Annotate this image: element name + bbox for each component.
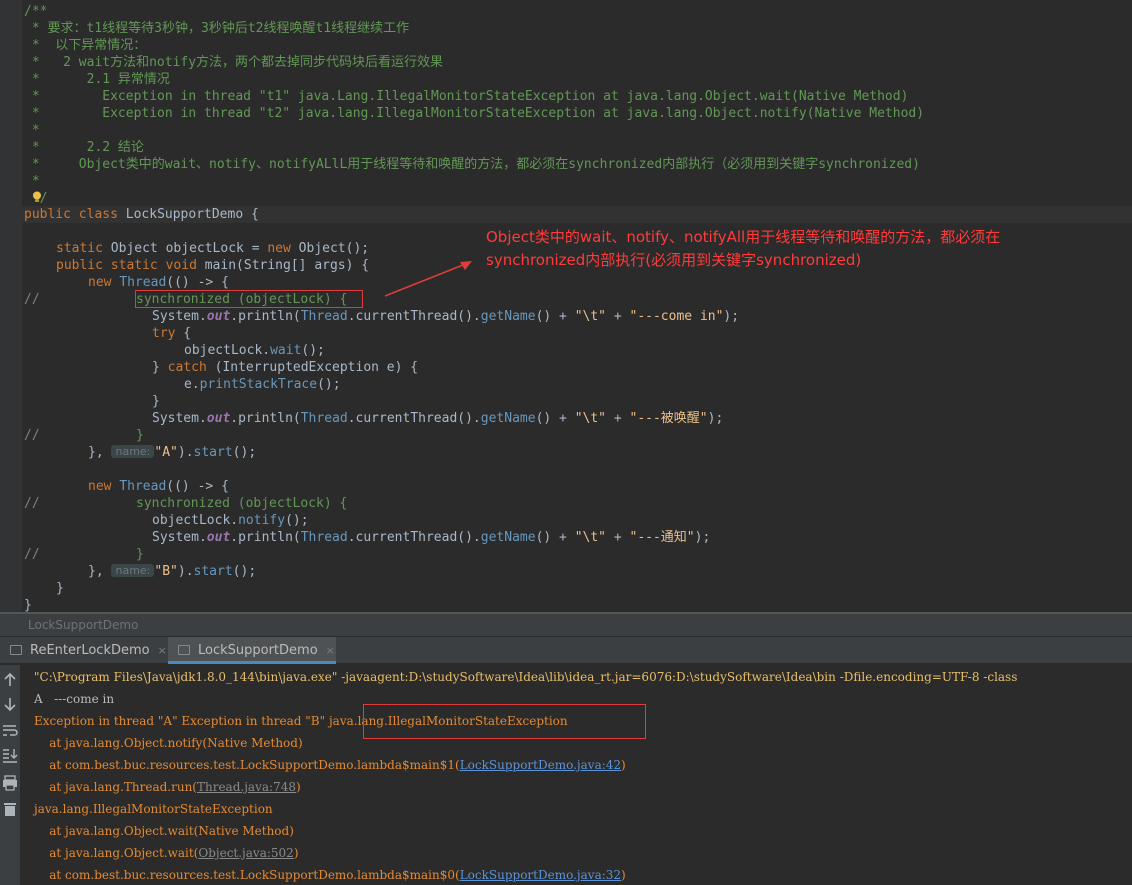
annotation-arrow xyxy=(384,261,472,297)
notify-call: objectLock.notify(); xyxy=(152,513,309,528)
console-command: "C:\Program Files\Java\jdk1.8.0_144\bin\… xyxy=(34,670,1018,684)
run-config-icon xyxy=(10,645,22,655)
annotation-text: Object类中的wait、notify、notifyAll用于线程等待和唤醒的… xyxy=(486,228,1001,269)
commented-sync-close: } xyxy=(136,547,144,562)
commented-sync-close: } xyxy=(136,428,144,443)
console-toolbar xyxy=(0,665,20,885)
doc-comment-line: /** xyxy=(24,4,48,19)
thread-a-start: new Thread(() -> { xyxy=(88,275,229,290)
catch-statement: } catch (InterruptedException e) { xyxy=(152,360,419,375)
source-link[interactable]: LockSupportDemo.java:42 xyxy=(460,758,621,772)
run-config-icon xyxy=(178,645,190,655)
stack-frame: at java.lang.Object.notify(Native Method… xyxy=(34,736,303,750)
class-close: } xyxy=(24,598,32,612)
code-editor[interactable]: /** * 要求：t1线程等待3秒钟，3秒钟后t2线程唤醒t1线程继续工作 * … xyxy=(0,0,1132,612)
source-link[interactable]: Thread.java:748 xyxy=(197,780,296,794)
trash-icon[interactable] xyxy=(0,801,20,817)
lightbulb-icon[interactable] xyxy=(32,191,42,203)
stack-frame: at java.lang.Object.wait(Native Method) xyxy=(34,824,294,838)
soft-wrap-icon[interactable] xyxy=(0,723,20,737)
down-arrow-icon[interactable] xyxy=(0,697,20,711)
line-comment-marker: // xyxy=(24,496,40,511)
doc-comment-line: * 2 wait方法和notify方法，两个都去掉同步代码块后看运行效果 xyxy=(24,55,444,70)
highlight-box xyxy=(363,704,646,739)
close-icon[interactable]: × xyxy=(326,644,335,657)
main-method-declaration: public static void main(String[] args) { xyxy=(56,258,370,273)
print-come-in: System.out.println(Thread.currentThread(… xyxy=(152,309,740,324)
doc-comment-line: * 2.2 结论 xyxy=(24,140,144,155)
try-statement: try { xyxy=(152,326,192,341)
doc-comment-line: * Exception in thread "t2" java.lang.Ill… xyxy=(24,106,925,121)
console-stdout: A ---come in xyxy=(34,692,115,706)
line-comment-marker: // xyxy=(24,428,40,443)
close-icon[interactable]: × xyxy=(158,644,167,657)
doc-comment-line: * 要求：t1线程等待3秒钟，3秒钟后t2线程唤醒t1线程继续工作 xyxy=(24,21,410,36)
thread-a-end: }, name: "A").start(); xyxy=(88,445,257,460)
catch-close: } xyxy=(152,394,160,409)
tab-reenterlockdemo[interactable]: ReEnterLockDemo × xyxy=(0,637,167,664)
highlight-box xyxy=(135,290,363,308)
doc-comment-line: * 以下异常情况： xyxy=(24,38,147,53)
up-arrow-icon[interactable] xyxy=(0,673,20,687)
parameter-hint: name: xyxy=(111,564,155,577)
class-declaration: public class LockSupportDemo { xyxy=(24,207,259,222)
thread-b-end: }, name: "B").start(); xyxy=(88,564,257,579)
line-comment-marker: // xyxy=(24,547,40,562)
thread-b-start: new Thread(() -> { xyxy=(88,479,229,494)
scroll-to-end-icon[interactable] xyxy=(0,747,20,763)
stack-frame: at java.lang.Object.wait(Object.java:502… xyxy=(34,846,299,860)
field-declaration: static Object objectLock = new Object(); xyxy=(56,241,370,256)
stack-frame: at java.lang.Thread.run(Thread.java:748) xyxy=(34,780,301,794)
print-notified: System.out.println(Thread.currentThread(… xyxy=(152,530,711,545)
stack-frame: at com.best.buc.resources.test.LockSuppo… xyxy=(34,758,626,772)
stack-frame: at com.best.buc.resources.test.LockSuppo… xyxy=(34,868,626,882)
editor-gutter xyxy=(0,0,22,612)
commented-synchronized: synchronized (objectLock) { xyxy=(136,496,348,511)
doc-comment-line: * Exception in thread "t1" java.Lang.Ill… xyxy=(24,89,909,104)
tab-locksupportdemo[interactable]: LockSupportDemo × xyxy=(168,637,336,664)
print-icon[interactable] xyxy=(0,775,20,791)
main-close: } xyxy=(56,581,64,596)
console-exception: java.lang.IllegalMonitorStateException xyxy=(34,802,273,816)
wait-call: objectLock.wait(); xyxy=(184,343,325,358)
print-woken: System.out.println(Thread.currentThread(… xyxy=(152,411,724,426)
line-comment-marker: // xyxy=(24,292,40,307)
source-link[interactable]: Object.java:502 xyxy=(198,846,293,860)
run-tabs: ReEnterLockDemo × LockSupportDemo × xyxy=(0,637,1132,664)
parameter-hint: name: xyxy=(111,445,155,458)
console-output[interactable]: "C:\Program Files\Java\jdk1.8.0_144\bin\… xyxy=(21,665,1132,885)
doc-comment-line: * xyxy=(24,174,40,189)
breadcrumb[interactable]: LockSupportDemo xyxy=(0,614,1132,636)
doc-comment-line: * Object类中的wait、notify、notifyALlL用于线程等待和… xyxy=(24,157,920,172)
doc-comment-line: * xyxy=(24,123,40,138)
doc-comment-line: * 2.1 异常情况 xyxy=(24,72,170,87)
source-link[interactable]: LockSupportDemo.java:32 xyxy=(460,868,621,882)
print-stack-trace: e.printStackTrace(); xyxy=(184,377,341,392)
